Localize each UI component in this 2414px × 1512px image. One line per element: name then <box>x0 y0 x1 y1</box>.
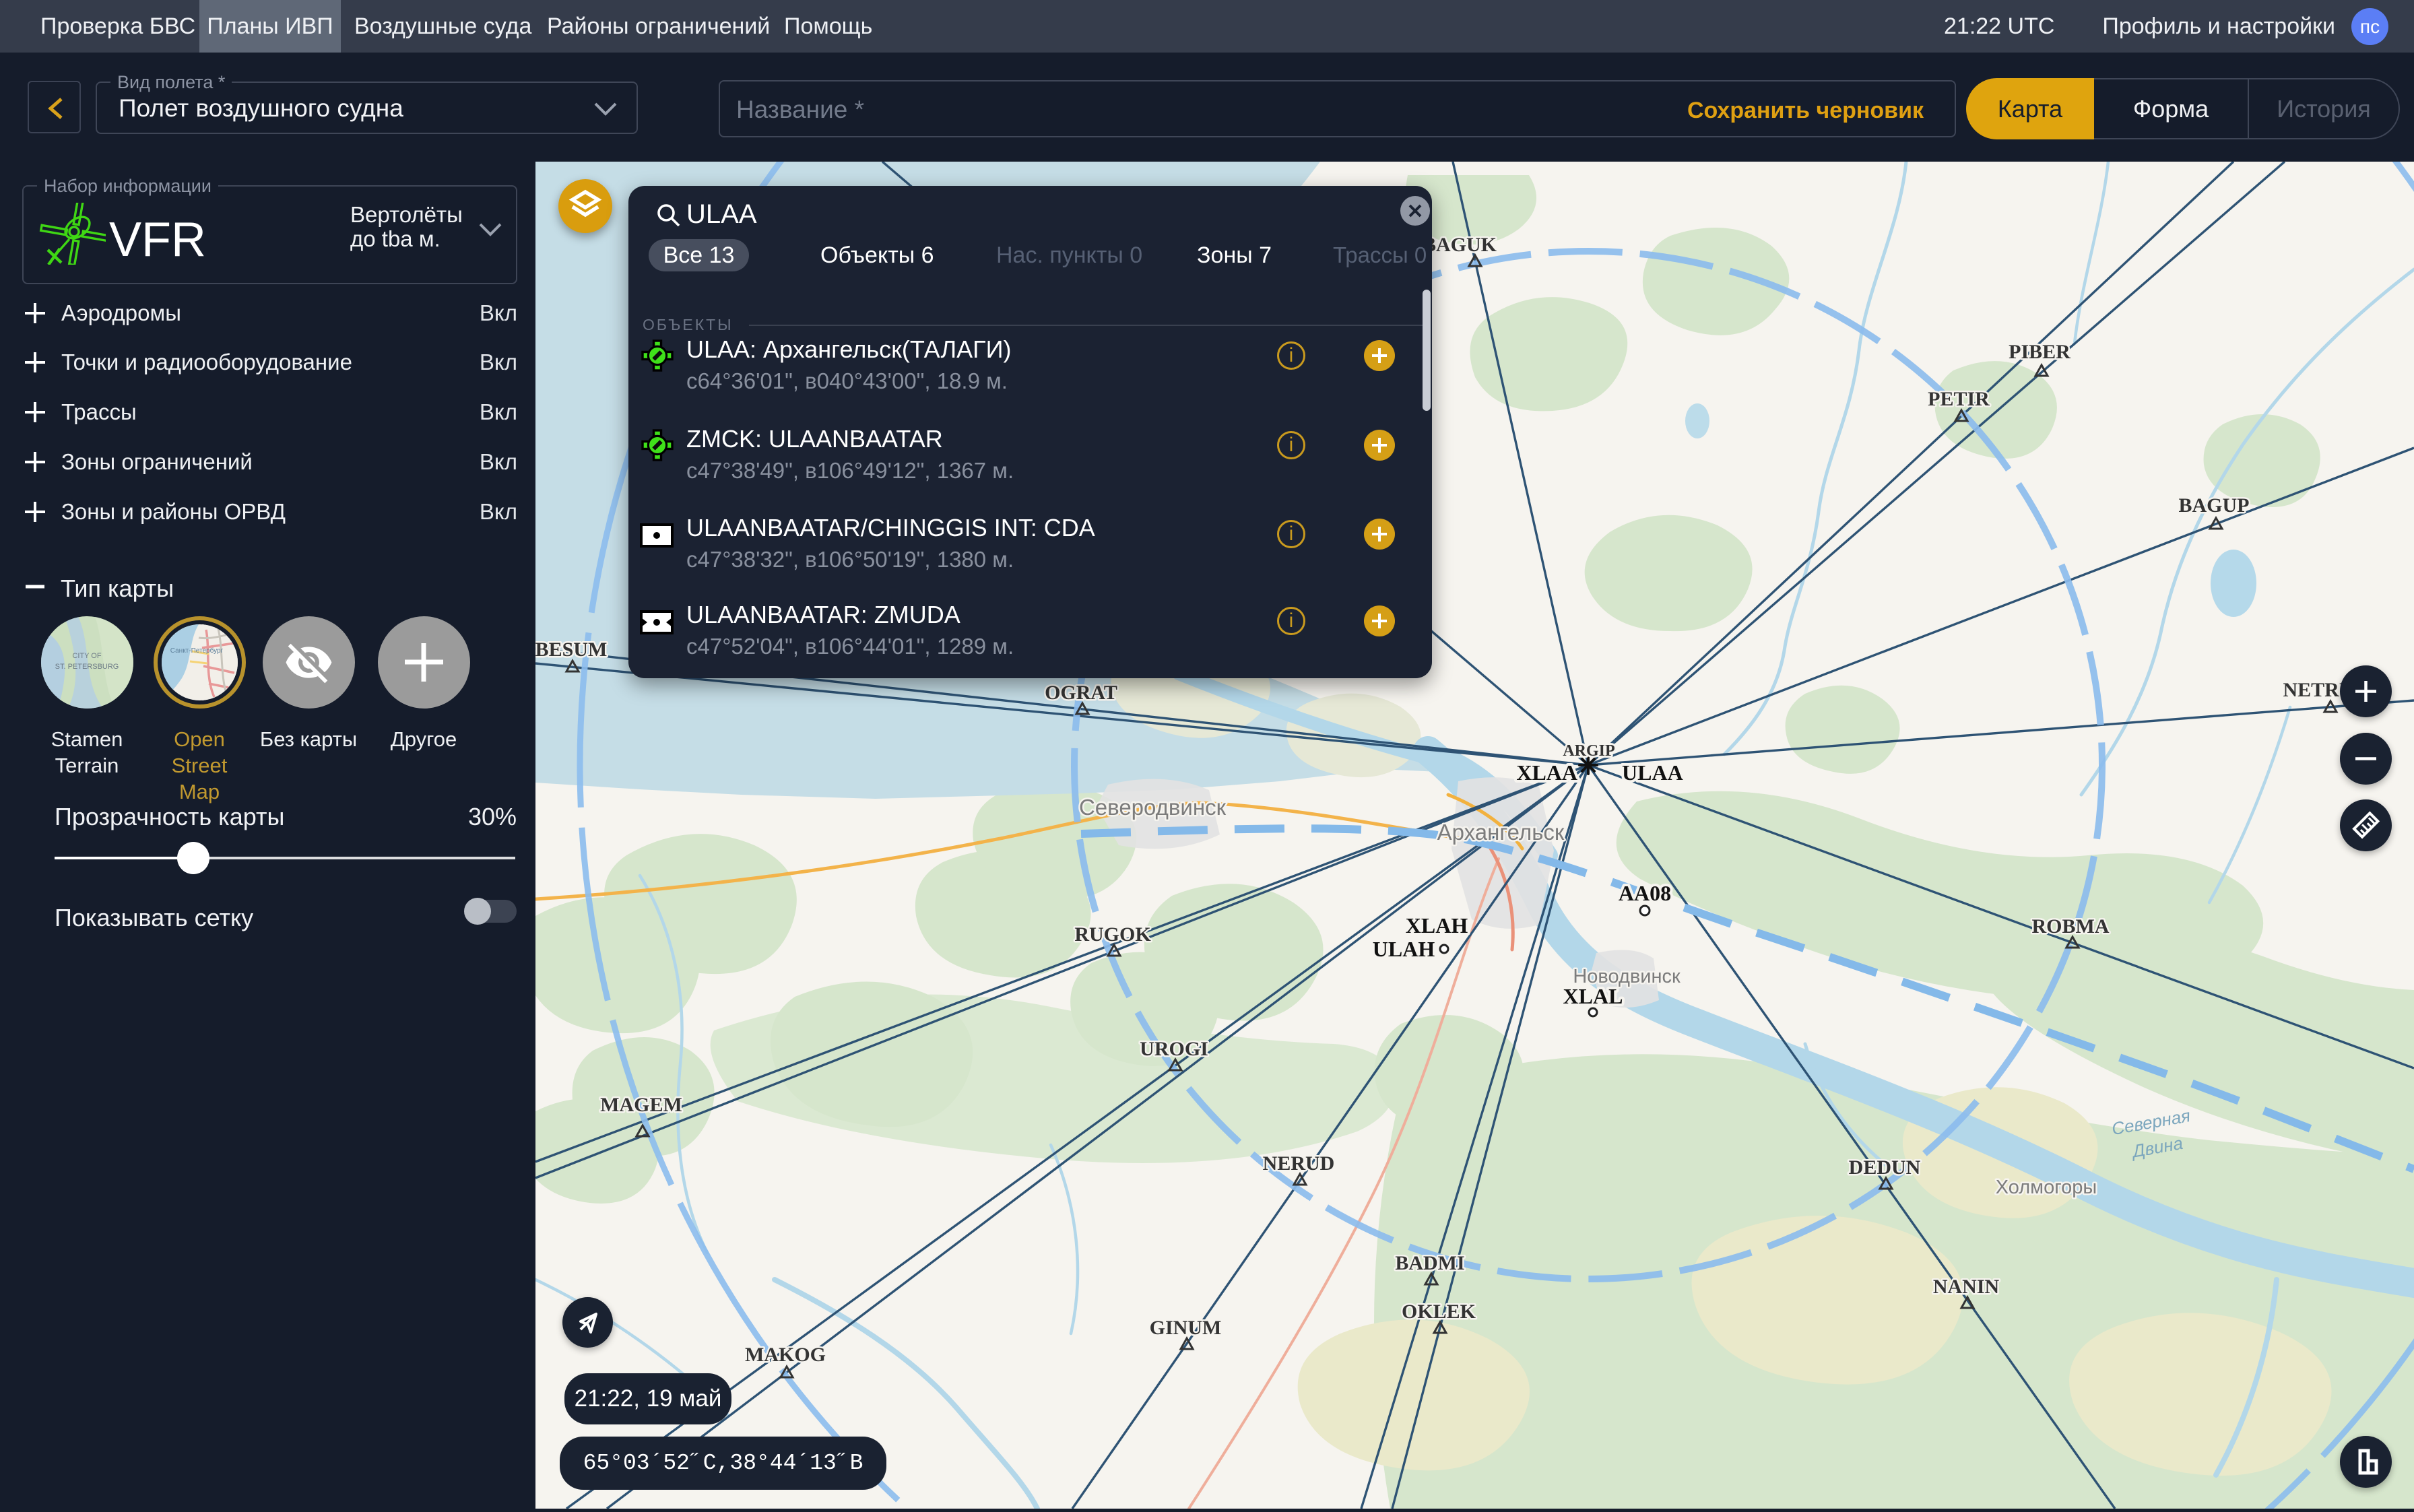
svg-text:BAGUP: BAGUP <box>2179 494 2250 517</box>
svg-text:UROGI: UROGI <box>1140 1038 1208 1060</box>
svg-text:Новодвинск: Новодвинск <box>1573 966 1681 987</box>
svg-text:BADMI: BADMI <box>1395 1252 1464 1274</box>
svg-text:PIBER: PIBER <box>2009 341 2070 363</box>
svg-text:PETIR: PETIR <box>1928 388 1990 410</box>
svg-text:MAGEM: MAGEM <box>600 1094 682 1116</box>
svg-text:XLAA: XLAA <box>1516 760 1577 785</box>
svg-text:ULAH: ULAH <box>1373 937 1435 961</box>
svg-text:Холмогоры: Холмогоры <box>1996 1177 2097 1198</box>
svg-text:ARGIP: ARGIP <box>1563 742 1614 760</box>
svg-text:XLAL: XLAL <box>1563 984 1623 1008</box>
svg-text:NANIN: NANIN <box>1933 1276 2000 1298</box>
svg-text:Северодвинск: Северодвинск <box>1079 795 1227 820</box>
svg-text:ST. PETERSBURG: ST. PETERSBURG <box>55 663 119 671</box>
svg-text:GINUM: GINUM <box>1150 1317 1222 1339</box>
svg-text:XLAH: XLAH <box>1406 913 1468 938</box>
svg-text:Санкт-Петербург: Санкт-Петербург <box>170 647 224 655</box>
svg-text:BAGUK: BAGUK <box>1423 234 1497 256</box>
svg-text:MAKOG: MAKOG <box>745 1344 826 1366</box>
svg-text:NERUD: NERUD <box>1263 1152 1335 1175</box>
svg-text:OGRAT: OGRAT <box>1045 682 1117 704</box>
svg-text:BESUM: BESUM <box>535 638 607 661</box>
svg-text:ROBMA: ROBMA <box>2032 915 2110 938</box>
svg-text:Архангельск: Архангельск <box>1437 820 1565 845</box>
svg-text:CITY OF: CITY OF <box>72 652 101 660</box>
svg-text:AA08: AA08 <box>1619 881 1671 905</box>
svg-text:RUGOK: RUGOK <box>1074 923 1151 946</box>
svg-text:ULAA: ULAA <box>1622 760 1683 785</box>
svg-text:DEDUN: DEDUN <box>1849 1156 1921 1179</box>
svg-text:OKLEK: OKLEK <box>1402 1301 1476 1323</box>
